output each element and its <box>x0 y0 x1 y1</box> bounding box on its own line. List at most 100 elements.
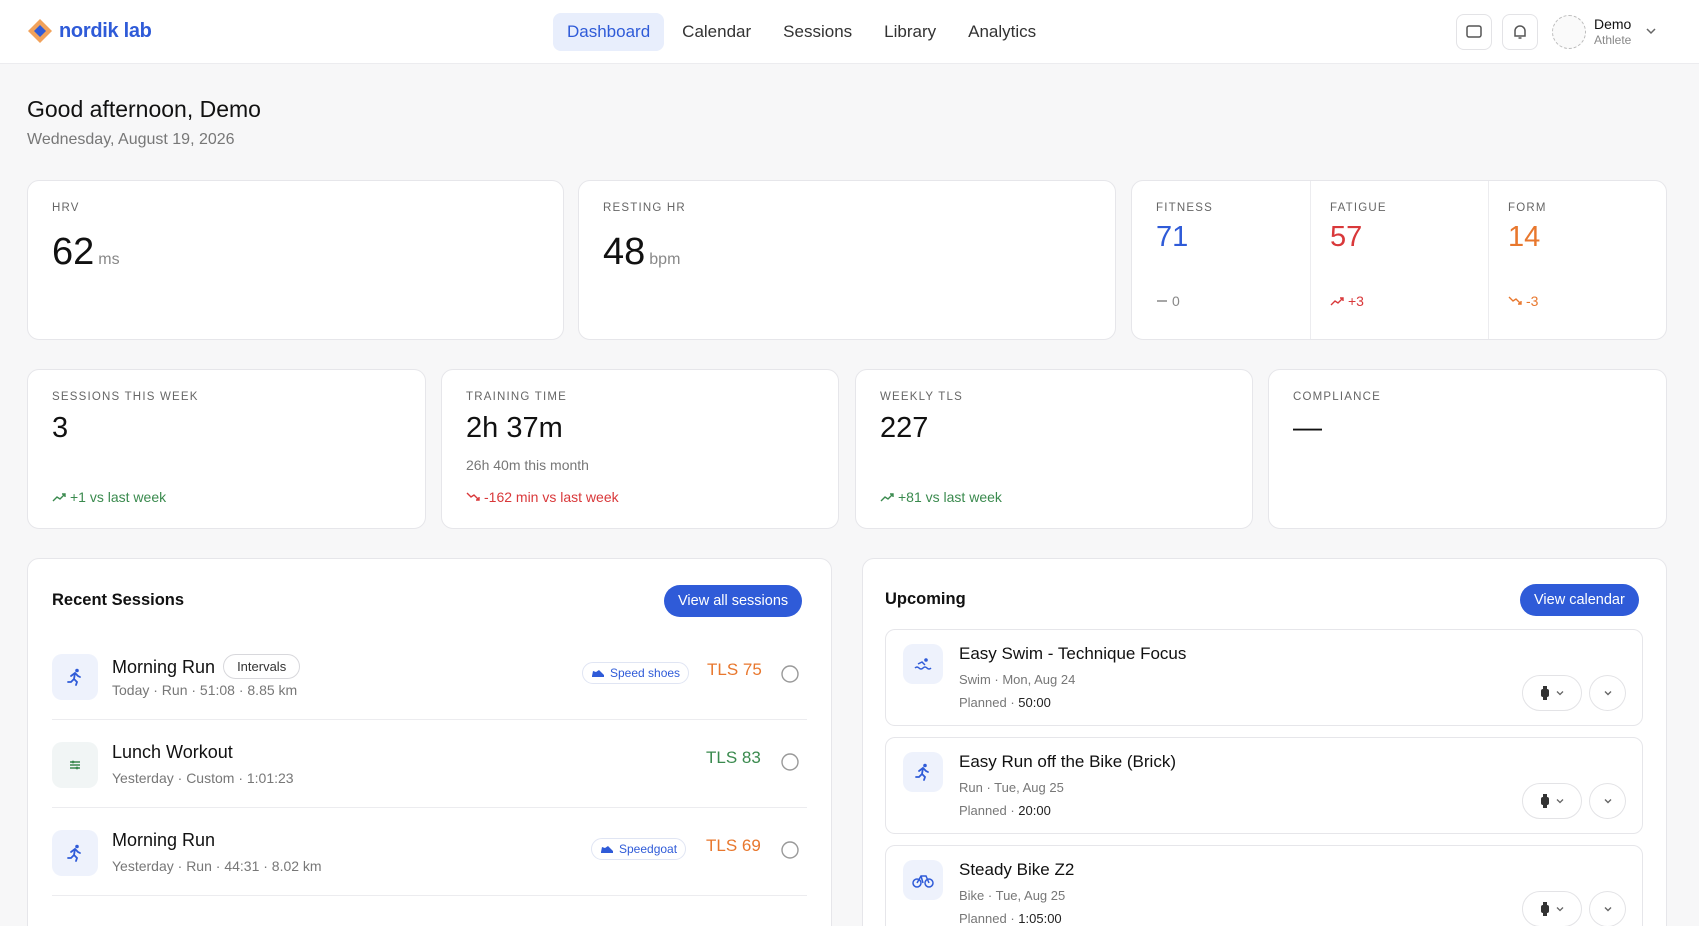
run-icon <box>52 654 98 700</box>
main-nav: Dashboard Calendar Sessions Library Anal… <box>553 13 1050 51</box>
form-delta: -3 <box>1508 293 1538 309</box>
fatigue-delta-value: +3 <box>1348 293 1364 309</box>
run-icon <box>52 830 98 876</box>
hrv-value: 62 <box>52 231 95 273</box>
greeting-title: Good afternoon, Demo <box>27 96 261 122</box>
fatigue-value: 57 <box>1330 221 1363 253</box>
planned-label: Planned <box>959 911 1007 926</box>
chevron-down-icon[interactable] <box>1644 24 1658 38</box>
chevron-down-icon <box>1556 691 1564 696</box>
nav-sessions[interactable]: Sessions <box>769 13 866 51</box>
session-meta: Today · Run · 51:08 · 8.85 km <box>112 682 298 698</box>
session-row[interactable]: Lunch Workout Yesterday · Custom · 1:01:… <box>52 720 807 808</box>
view-calendar-button[interactable]: View calendar <box>1520 584 1639 616</box>
messages-button[interactable] <box>1456 14 1492 50</box>
gear-label: Speedgoat <box>619 842 678 856</box>
fitness-label: FITNESS <box>1156 202 1213 214</box>
comment-icon[interactable] <box>780 664 800 684</box>
logo[interactable]: nordik lab <box>27 18 152 44</box>
chevron-down-icon <box>1604 691 1611 696</box>
nav-analytics[interactable]: Analytics <box>954 13 1050 51</box>
nav-calendar[interactable]: Calendar <box>668 13 765 51</box>
user-menu[interactable]: Demo Athlete <box>1594 16 1631 47</box>
upcoming-meta: Bike · Tue, Aug 25 <box>959 888 1066 903</box>
sync-device-button[interactable] <box>1522 891 1582 926</box>
form-label: FORM <box>1508 202 1547 214</box>
bell-icon <box>1514 25 1526 39</box>
planned-duration: 50:00 <box>1018 695 1051 710</box>
nav-library[interactable]: Library <box>870 13 950 51</box>
recent-sessions-title: Recent Sessions <box>52 591 185 609</box>
fitness-value: 71 <box>1156 221 1189 253</box>
form-delta-value: -3 <box>1526 293 1539 309</box>
session-row[interactable]: Morning Run Yesterday · Run · 44:31 · 8.… <box>52 808 807 896</box>
upcoming-meta: Swim · Mon, Aug 24 <box>959 672 1076 687</box>
message-icon <box>1466 25 1482 38</box>
training-load-card: FITNESS 71 0 FATIGUE 57 +3 FORM 14 -3 <box>1131 180 1667 340</box>
fitness-cell: FITNESS 71 0 <box>1132 181 1310 339</box>
chevron-down-icon <box>1604 799 1611 804</box>
planned-duration: 1:05:00 <box>1018 911 1062 926</box>
user-role: Athlete <box>1594 32 1632 47</box>
session-title-text: Morning Run <box>112 657 216 677</box>
chevron-down-icon <box>1604 907 1611 912</box>
fitness-delta: 0 <box>1156 293 1180 309</box>
upcoming-item[interactable]: Easy Run off the Bike (Brick) Run · Tue,… <box>885 737 1643 834</box>
gear-badge[interactable]: Speed shoes <box>582 662 690 684</box>
nav-dashboard[interactable]: Dashboard <box>553 13 665 51</box>
session-meta: Yesterday · Custom · 1:01:23 <box>112 770 294 786</box>
comment-icon[interactable] <box>780 840 800 860</box>
training-time-label: TRAINING TIME <box>466 391 568 403</box>
upcoming-item[interactable]: Easy Swim - Technique Focus Swim · Mon, … <box>885 629 1643 726</box>
hrv-label: HRV <box>52 202 80 214</box>
compliance-label: COMPLIANCE <box>1293 391 1382 403</box>
shoe-icon <box>592 670 604 677</box>
fatigue-cell: FATIGUE 57 +3 <box>1310 181 1488 339</box>
upcoming-title-text: Easy Run off the Bike (Brick) <box>959 752 1176 771</box>
weekly-tls-label: WEEKLY TLS <box>880 391 963 403</box>
chevron-down-icon <box>1556 799 1564 804</box>
run-icon <box>903 752 943 792</box>
expand-button[interactable] <box>1589 891 1626 926</box>
training-time-delta: -162 min vs last week <box>466 489 619 505</box>
session-tls: TLS 75 <box>707 660 762 679</box>
trend-up-icon <box>880 493 894 502</box>
greeting-date: Wednesday, August 19, 2026 <box>27 131 235 148</box>
session-title: Lunch Workout <box>112 742 233 762</box>
trend-down-icon <box>466 492 480 501</box>
weekly-tls-delta-value: +81 vs last week <box>898 489 1002 505</box>
top-bar: nordik lab Dashboard Calendar Sessions L… <box>0 0 1699 64</box>
trend-down-icon <box>1508 296 1522 305</box>
gear-badge[interactable]: Speedgoat <box>591 838 687 860</box>
weekly-tls-delta: +81 vs last week <box>880 489 1002 505</box>
form-value: 14 <box>1508 221 1541 253</box>
session-tls: TLS 69 <box>706 836 761 855</box>
upcoming-item[interactable]: Steady Bike Z2 Bike · Tue, Aug 25 Planne… <box>885 845 1643 926</box>
trend-up-icon <box>1330 297 1344 306</box>
sessions-week-delta-value: +1 vs last week <box>70 489 167 505</box>
watch-icon <box>1541 794 1549 808</box>
training-time-card: TRAINING TIME 2h 37m 26h 40m this month … <box>441 369 839 529</box>
fitness-delta-value: 0 <box>1172 293 1180 309</box>
sync-device-button[interactable] <box>1522 675 1582 711</box>
session-row[interactable]: Morning Run Intervals Today · Run · 51:08… <box>52 632 807 720</box>
compliance-card: COMPLIANCE — <box>1268 369 1667 529</box>
weekly-tls-card: WEEKLY TLS 227 +81 vs last week <box>855 369 1253 529</box>
avatar[interactable] <box>1552 15 1586 49</box>
gear-label: Speed shoes <box>610 666 681 680</box>
session-title: Morning Run <box>112 830 216 850</box>
upcoming-title: Upcoming <box>885 590 966 608</box>
expand-button[interactable] <box>1589 675 1626 711</box>
sync-device-button[interactable] <box>1522 783 1582 819</box>
planned-label: Planned <box>959 803 1007 818</box>
comment-icon[interactable] <box>780 752 800 772</box>
expand-button[interactable] <box>1589 783 1626 819</box>
form-cell: FORM 14 -3 <box>1488 181 1668 339</box>
fatigue-label: FATIGUE <box>1330 202 1387 214</box>
view-all-sessions-button[interactable]: View all sessions <box>664 585 803 617</box>
notifications-button[interactable] <box>1502 14 1538 50</box>
shoe-icon <box>601 846 613 853</box>
hrv-unit: ms <box>98 251 120 268</box>
chevron-down-icon <box>1556 907 1564 912</box>
hrv-card: HRV 62 ms <box>27 180 564 340</box>
